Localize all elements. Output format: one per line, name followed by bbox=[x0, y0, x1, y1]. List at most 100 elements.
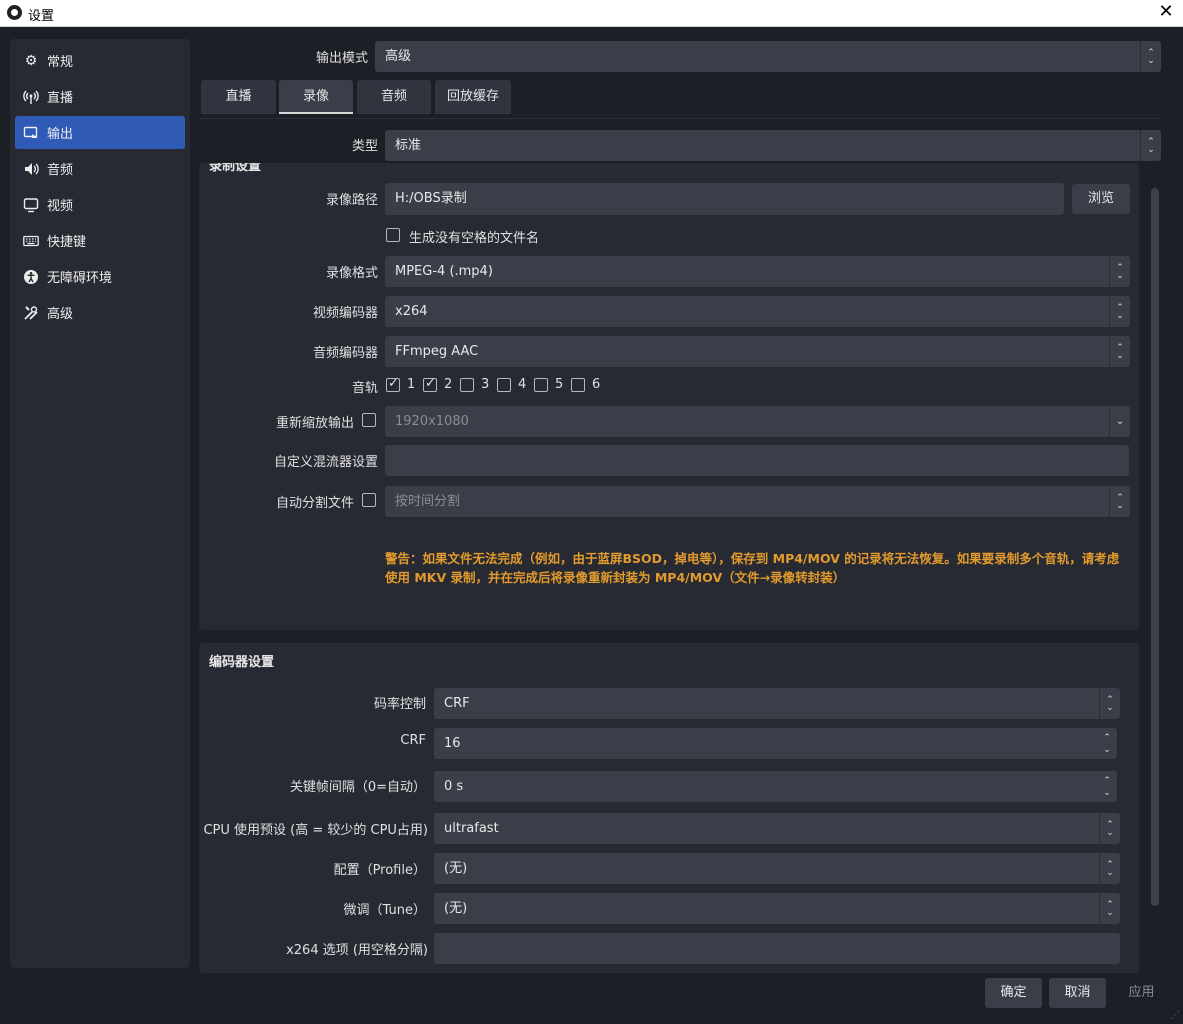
record-path-label: 录像路径 bbox=[325, 193, 378, 208]
track-6-checkbox[interactable] bbox=[571, 378, 585, 392]
updown-icon: ⌃ ⌄ bbox=[1099, 688, 1120, 719]
tab-replay-buffer[interactable]: 回放缓存 bbox=[435, 80, 511, 114]
sidebar-item-label: 无障碍环境 bbox=[47, 271, 113, 286]
mp4-warning-text: 警告：如果文件无法完成（例如，由于蓝屏BSOD，掉电等），保存到 MP4/MOV… bbox=[385, 551, 1120, 585]
tab-recording[interactable]: 录像 bbox=[279, 80, 353, 114]
record-path-input[interactable]: H:/OBS录制 bbox=[385, 183, 1064, 215]
crf-spinbox[interactable]: 16 ⌃ ⌄ bbox=[434, 728, 1117, 759]
updown-icon: ⌃ ⌄ bbox=[1140, 41, 1161, 72]
rate-control-label: 码率控制 bbox=[373, 697, 426, 712]
updown-icon: ⌃ ⌄ bbox=[1109, 256, 1130, 287]
updown-icon: ⌃ ⌄ bbox=[1099, 853, 1120, 884]
track-4-label: 4 bbox=[518, 377, 527, 392]
sidebar-item-advanced[interactable]: 高级 bbox=[15, 296, 185, 329]
track-6-label: 6 bbox=[592, 377, 601, 392]
sidebar-item-video[interactable]: 视频 bbox=[15, 188, 185, 221]
custom-muxer-input[interactable] bbox=[385, 445, 1129, 476]
sidebar-item-output[interactable]: 输出 bbox=[15, 116, 185, 149]
track-2-label: 2 bbox=[444, 377, 453, 392]
video-encoder-label: 视频编码器 bbox=[312, 306, 378, 321]
sidebar: ⚙ 常规 直播 输出 音频 视频 快捷键 无障碍环境 高级 bbox=[10, 39, 190, 968]
rescale-output-checkbox[interactable] bbox=[362, 413, 376, 427]
tune-select[interactable]: (无) ⌃ ⌄ bbox=[434, 893, 1120, 924]
sidebar-item-audio[interactable]: 音频 bbox=[15, 152, 185, 185]
track-3-label: 3 bbox=[481, 377, 490, 392]
accessibility-icon bbox=[23, 269, 39, 285]
type-select[interactable]: 标准 ⌃ ⌄ bbox=[385, 130, 1161, 161]
close-icon[interactable]: ✕ bbox=[1155, 1, 1177, 23]
updown-icon: ⌃ ⌄ bbox=[1109, 486, 1130, 517]
auto-split-checkbox[interactable] bbox=[362, 493, 376, 507]
sidebar-item-label: 输出 bbox=[47, 127, 74, 142]
track-3-checkbox[interactable] bbox=[460, 378, 474, 392]
split-mode-select[interactable]: 按时间分割 ⌃ ⌄ bbox=[385, 486, 1130, 517]
rate-control-value: CRF bbox=[444, 696, 470, 711]
recording-section-title: 录制设置 bbox=[209, 163, 262, 174]
sidebar-item-label: 常规 bbox=[47, 55, 74, 70]
stepper-arrows-icon[interactable]: ⌃ ⌄ bbox=[1099, 730, 1115, 757]
stepper-arrows-icon[interactable]: ⌃ ⌄ bbox=[1099, 773, 1115, 800]
record-format-value: MPEG-4 (.mp4) bbox=[395, 264, 493, 279]
tab-stream[interactable]: 直播 bbox=[201, 80, 276, 114]
rescale-resolution-value: 1920x1080 bbox=[395, 414, 469, 429]
sidebar-item-hotkeys[interactable]: 快捷键 bbox=[15, 224, 185, 257]
output-mode-value: 高级 bbox=[385, 49, 412, 64]
keyframe-interval-label: 关键帧间隔（0=自动） bbox=[289, 780, 426, 795]
audio-encoder-value: FFmpeg AAC bbox=[395, 344, 479, 359]
track-5-label: 5 bbox=[555, 377, 564, 392]
chevron-down-icon: ⌄ bbox=[1109, 406, 1130, 437]
sidebar-item-accessibility[interactable]: 无障碍环境 bbox=[15, 260, 185, 293]
profile-select[interactable]: (无) ⌃ ⌄ bbox=[434, 853, 1120, 884]
ok-button[interactable]: 确定 bbox=[985, 978, 1042, 1008]
x264-options-input[interactable] bbox=[434, 933, 1120, 964]
tune-value: (无) bbox=[444, 901, 468, 916]
gear-icon: ⚙ bbox=[24, 52, 38, 69]
type-label: 类型 bbox=[351, 139, 378, 154]
cpu-preset-label: CPU 使用预设 (高 = 较少的 CPU占用) bbox=[203, 823, 428, 838]
sidebar-item-general[interactable]: ⚙ 常规 bbox=[15, 44, 185, 77]
apply-button[interactable]: 应用 bbox=[1113, 978, 1170, 1008]
title-bar: 设置 ✕ bbox=[0, 0, 1183, 27]
sidebar-item-label: 音频 bbox=[47, 163, 74, 178]
track-1-label: 1 bbox=[407, 377, 416, 392]
no-space-filename-checkbox[interactable] bbox=[386, 228, 400, 242]
track-4-checkbox[interactable] bbox=[497, 378, 511, 392]
keyframe-interval-value: 0 s bbox=[444, 779, 464, 794]
encoder-section-title: 编码器设置 bbox=[209, 655, 275, 670]
video-encoder-select[interactable]: x264 ⌃ ⌄ bbox=[385, 296, 1130, 327]
browse-button[interactable]: 浏览 bbox=[1072, 184, 1130, 214]
antenna-icon bbox=[23, 89, 39, 105]
record-format-select[interactable]: MPEG-4 (.mp4) ⌃ ⌄ bbox=[385, 256, 1130, 287]
window-title: 设置 bbox=[28, 9, 55, 24]
output-icon bbox=[23, 125, 39, 141]
record-format-label: 录像格式 bbox=[325, 266, 378, 281]
updown-icon: ⌃ ⌄ bbox=[1109, 296, 1130, 327]
sidebar-item-label: 快捷键 bbox=[47, 235, 87, 250]
vertical-scrollbar[interactable] bbox=[1151, 188, 1159, 906]
track-5-checkbox[interactable] bbox=[534, 378, 548, 392]
sidebar-item-label: 高级 bbox=[47, 307, 74, 322]
cancel-button[interactable]: 取消 bbox=[1049, 978, 1106, 1008]
monitor-icon bbox=[23, 197, 39, 213]
sidebar-item-stream[interactable]: 直播 bbox=[15, 80, 185, 113]
rate-control-select[interactable]: CRF ⌃ ⌄ bbox=[434, 688, 1120, 719]
tab-audio[interactable]: 音频 bbox=[357, 80, 431, 114]
obs-logo-icon bbox=[7, 5, 22, 20]
tab-divider bbox=[199, 118, 1161, 119]
custom-muxer-label: 自定义混流器设置 bbox=[273, 455, 378, 470]
rescale-resolution-select[interactable]: 1920x1080 ⌄ bbox=[385, 406, 1130, 437]
split-mode-value: 按时间分割 bbox=[395, 494, 461, 509]
profile-label: 配置（Profile） bbox=[333, 863, 426, 878]
track-2-checkbox[interactable] bbox=[423, 376, 437, 392]
cpu-preset-select[interactable]: ultrafast ⌃ ⌄ bbox=[434, 813, 1120, 844]
no-space-filename-label: 生成没有空格的文件名 bbox=[409, 231, 540, 246]
audio-encoder-label: 音频编码器 bbox=[312, 346, 378, 361]
keyframe-interval-spinbox[interactable]: 0 s ⌃ ⌄ bbox=[434, 771, 1117, 802]
output-mode-select[interactable]: 高级 ⌃ ⌄ bbox=[375, 41, 1161, 72]
track-1-checkbox[interactable] bbox=[386, 376, 400, 392]
resize-grip-icon[interactable]: ⋰ bbox=[1170, 1010, 1180, 1021]
audio-encoder-select[interactable]: FFmpeg AAC ⌃ ⌄ bbox=[385, 336, 1130, 367]
keyboard-icon bbox=[23, 233, 39, 249]
x264-options-label: x264 选项 (用空格分隔) bbox=[286, 943, 428, 958]
updown-icon: ⌃ ⌄ bbox=[1099, 893, 1120, 924]
